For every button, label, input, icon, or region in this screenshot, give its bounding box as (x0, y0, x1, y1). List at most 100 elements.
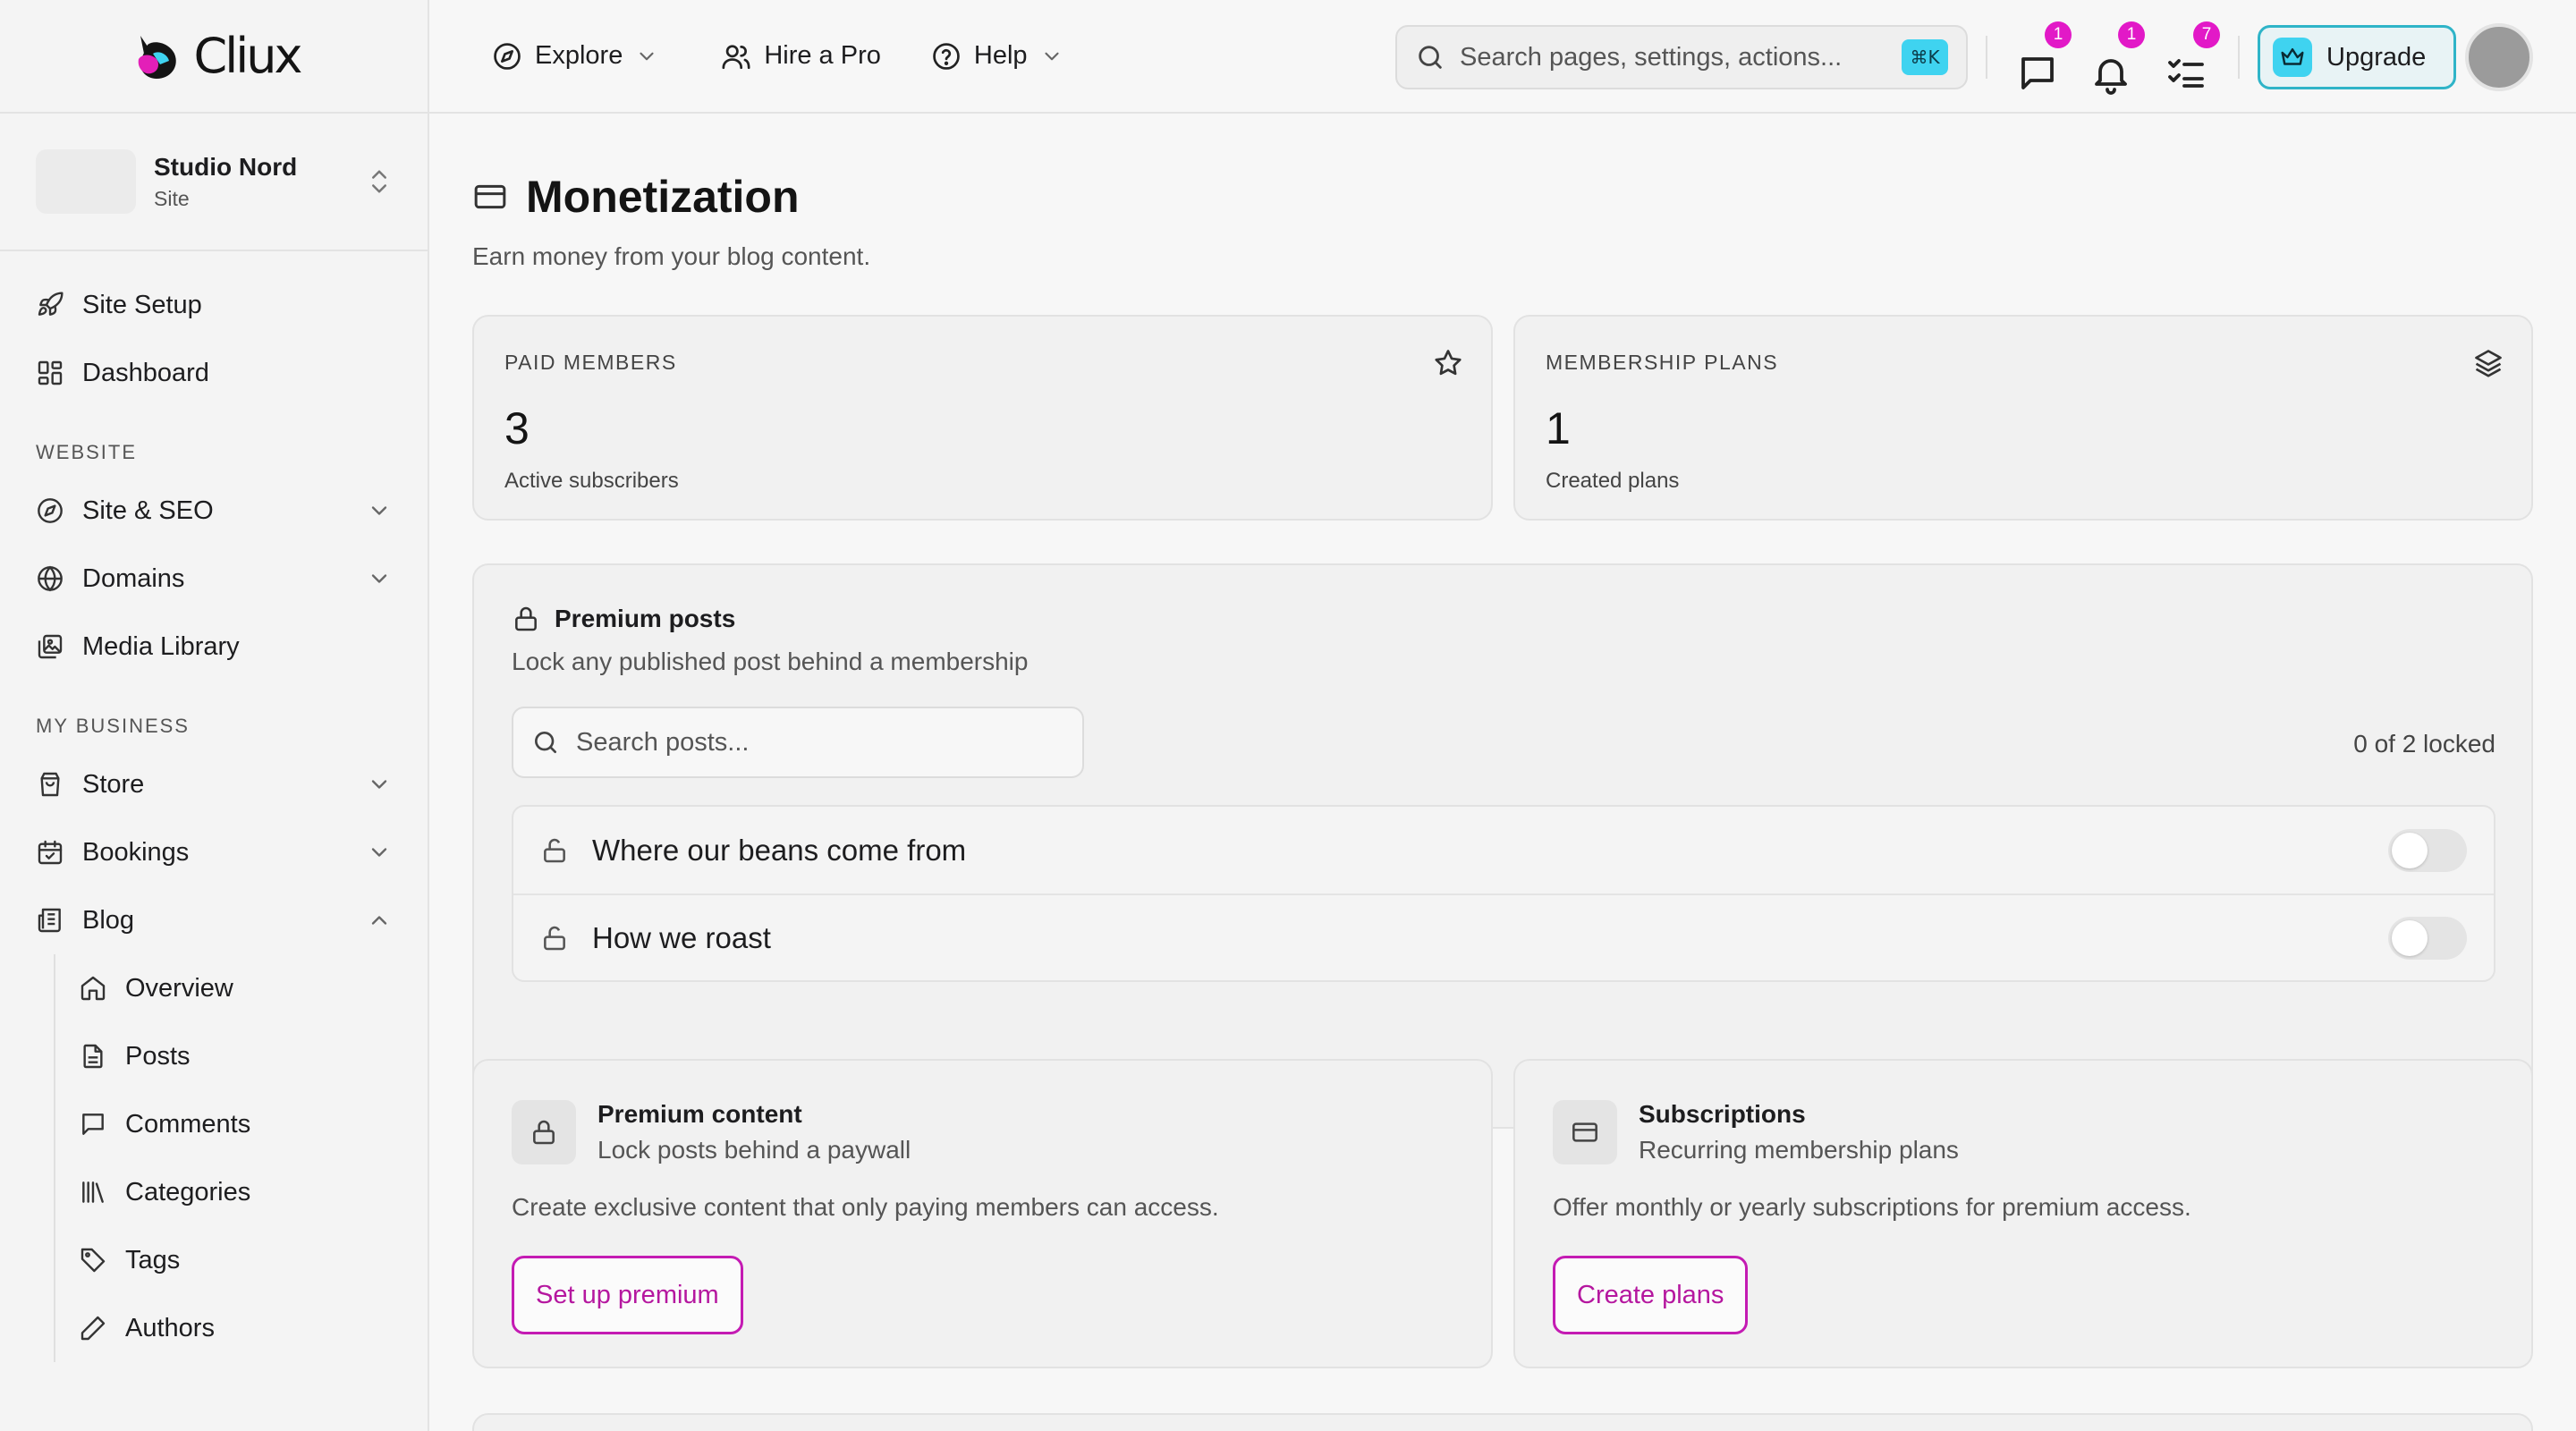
main-content: Monetization Earn money from your blog c… (472, 114, 2533, 1431)
sidebar-item-label: Domains (82, 563, 185, 593)
sidebar-item-comments[interactable]: Comments (0, 1090, 428, 1158)
post-title: Where our beans come from (592, 833, 967, 867)
stat-value: 1 (1546, 403, 1571, 453)
sidebar-item-label: Overview (125, 973, 233, 1003)
premium-posts-header: Premium posts (512, 605, 735, 633)
messages-badge: 1 (2045, 21, 2072, 48)
brand[interactable]: Cliux (0, 0, 428, 114)
stat-desc: Active subscribers (504, 469, 679, 493)
library-icon (79, 1178, 107, 1207)
upgrade-button[interactable]: Upgrade (2258, 25, 2456, 89)
stat-card-membership-plans: MEMBERSHIP PLANS 1 Created plans (1513, 315, 2533, 521)
sidebar-item-domains[interactable]: Domains (0, 545, 428, 613)
sidebar-item-bookings[interactable]: Bookings (0, 818, 428, 886)
nav-section-my-business: MY BUSINESS (36, 715, 190, 737)
posts-search-input[interactable] (576, 727, 1064, 758)
explore-menu[interactable]: Explore (429, 30, 696, 83)
messages-button[interactable]: 1 (2016, 21, 2072, 89)
chevron-down-icon (367, 566, 392, 591)
hire-a-pro-link[interactable]: Hire a Pro (696, 30, 906, 83)
sidebar-item-label: Comments (125, 1109, 251, 1139)
feature-card-subscriptions: Subscriptions Recurring membership plans… (1513, 1059, 2533, 1368)
lock-toggle[interactable] (2388, 916, 2467, 960)
site-avatar (36, 149, 136, 214)
compass-icon (36, 496, 64, 525)
upgrade-label: Upgrade (2326, 42, 2427, 72)
sidebar-item-dashboard[interactable]: Dashboard (0, 339, 428, 407)
feature-desc: Offer monthly or yearly subscriptions fo… (1553, 1193, 2191, 1221)
chevron-down-icon (367, 498, 392, 523)
blog-subnav: Overview Posts Comments Categories Tags … (0, 954, 428, 1362)
stat-value: 3 (504, 403, 530, 453)
file-icon (79, 1042, 107, 1071)
locked-count: 0 of 2 locked (2353, 730, 2496, 758)
premium-posts-subtitle: Lock any published post behind a members… (512, 648, 1029, 675)
set-up-premium-button[interactable]: Set up premium (512, 1256, 743, 1334)
site-name: Studio Nord (154, 152, 298, 181)
layers-icon (2472, 347, 2504, 379)
stat-desc: Created plans (1546, 469, 1680, 493)
global-search[interactable]: ⌘K (1395, 25, 1968, 89)
message-icon (2016, 52, 2059, 95)
chevron-down-icon (367, 840, 392, 865)
tasks-button[interactable]: 7 (2165, 21, 2220, 88)
shopping-bag-icon (36, 770, 64, 799)
list-item: How we roast (513, 893, 2494, 980)
explore-label: Explore (535, 41, 623, 70)
posts-search[interactable] (512, 707, 1084, 778)
credit-card-icon (472, 179, 508, 215)
topbar-divider (1986, 36, 1987, 79)
global-search-input[interactable] (1460, 42, 1902, 72)
site-type: Site (154, 186, 190, 210)
notifications-button[interactable]: 1 (2089, 21, 2145, 95)
nav-section-website: WEBSITE (36, 441, 138, 463)
credit-card-icon (1553, 1100, 1617, 1164)
user-avatar[interactable] (2465, 23, 2533, 91)
sidebar-item-overview[interactable]: Overview (0, 954, 428, 1022)
calendar-icon (36, 838, 64, 867)
pen-icon (79, 1314, 107, 1342)
sidebar-item-authors[interactable]: Authors (0, 1294, 428, 1362)
brand-name: Cliux (193, 28, 303, 84)
sidebar-item-categories[interactable]: Categories (0, 1158, 428, 1226)
message-icon (79, 1110, 107, 1139)
hire-label: Hire a Pro (764, 41, 881, 70)
sidebar-item-label: Blog (82, 905, 135, 935)
compass-icon (492, 41, 522, 72)
site-switcher[interactable]: Studio Nord Site (0, 114, 428, 251)
help-menu[interactable]: Help (906, 30, 1101, 83)
feature-subtitle: Lock posts behind a paywall (597, 1136, 911, 1164)
sidebar-item-label: Categories (125, 1177, 251, 1207)
unlock-icon (540, 924, 569, 953)
help-label: Help (973, 41, 1028, 70)
sidebar-item-label: Tags (125, 1245, 181, 1274)
page-header: Monetization (472, 171, 2533, 223)
sidebar-item-site-setup[interactable]: Site Setup (0, 271, 428, 339)
sidebar-item-posts[interactable]: Posts (0, 1022, 428, 1090)
chevron-down-icon (635, 45, 658, 68)
lock-icon (512, 605, 540, 633)
feature-subtitle: Recurring membership plans (1639, 1136, 1959, 1164)
posts-list: Where our beans come from How we roast (512, 805, 2496, 982)
stat-label: PAID MEMBERS (504, 351, 677, 374)
chevron-down-icon (1040, 45, 1063, 68)
dashboard-icon (36, 359, 64, 387)
chevron-down-icon (367, 772, 392, 797)
home-icon (79, 974, 107, 1003)
help-circle-icon (931, 41, 962, 72)
unlock-icon (540, 836, 569, 865)
star-icon (1432, 347, 1464, 379)
globe-icon (36, 564, 64, 593)
sidebar-item-label: Authors (125, 1313, 215, 1342)
create-plans-button[interactable]: Create plans (1553, 1256, 1749, 1334)
tasks-badge: 7 (2193, 21, 2220, 48)
sidebar-item-tags[interactable]: Tags (0, 1226, 428, 1294)
sidebar-item-label: Posts (125, 1041, 191, 1071)
sidebar-item-blog[interactable]: Blog (0, 886, 428, 954)
next-card-partial (472, 1413, 2533, 1431)
lock-toggle[interactable] (2388, 828, 2467, 872)
sidebar-item-media-library[interactable]: Media Library (0, 613, 428, 681)
sidebar-item-site-seo[interactable]: Site & SEO (0, 477, 428, 545)
bell-icon (2089, 52, 2132, 95)
sidebar-item-store[interactable]: Store (0, 750, 428, 818)
